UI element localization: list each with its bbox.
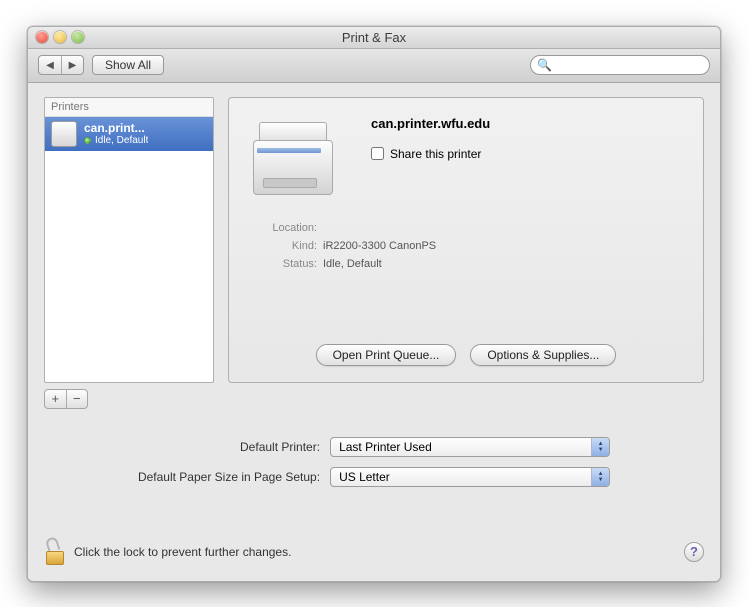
search-input[interactable]: [556, 59, 703, 71]
printer-list-item[interactable]: can.print... Idle, Default: [45, 117, 213, 151]
content-area: Printers can.print... Idle, Default: [28, 83, 720, 581]
footer: Click the lock to prevent further change…: [44, 519, 704, 565]
preferences-window: Print & Fax ◀ ▶ Show All 🔍 Printers can.…: [27, 26, 721, 582]
printer-detail-panel: can.printer.wfu.edu Share this printer L…: [228, 97, 704, 383]
kind-value: iR2200-3300 CanonPS: [323, 240, 687, 252]
search-icon: 🔍: [537, 58, 552, 72]
add-printer-button[interactable]: +: [45, 390, 66, 408]
zoom-button[interactable]: [72, 31, 84, 43]
location-value: [323, 222, 687, 234]
lock-icon[interactable]: [44, 539, 66, 565]
default-printer-value: Last Printer Used: [339, 440, 432, 454]
share-printer-checkbox[interactable]: [371, 147, 384, 160]
defaults-section: Default Printer: Last Printer Used ▲▼ De…: [44, 437, 704, 487]
add-remove-group: + −: [44, 389, 88, 409]
window-controls: [36, 31, 84, 43]
nav-group: ◀ ▶: [38, 55, 84, 75]
status-dot-icon: [84, 137, 91, 144]
toolbar: ◀ ▶ Show All 🔍: [28, 49, 720, 83]
lock-text: Click the lock to prevent further change…: [74, 545, 291, 559]
open-print-queue-button[interactable]: Open Print Queue...: [316, 344, 457, 366]
remove-printer-button[interactable]: −: [66, 390, 88, 408]
status-value: Idle, Default: [323, 258, 687, 270]
default-paper-label: Default Paper Size in Page Setup:: [138, 470, 320, 484]
close-button[interactable]: [36, 31, 48, 43]
printer-title: can.printer.wfu.edu: [371, 116, 687, 131]
chevron-updown-icon: ▲▼: [591, 468, 609, 486]
options-supplies-button[interactable]: Options & Supplies...: [470, 344, 616, 366]
help-button[interactable]: ?: [684, 542, 704, 562]
chevron-updown-icon: ▲▼: [591, 438, 609, 456]
printer-large-icon: [245, 112, 355, 212]
default-paper-value: US Letter: [339, 470, 390, 484]
window-title: Print & Fax: [28, 30, 720, 45]
minimize-button[interactable]: [54, 31, 66, 43]
printer-status: Idle, Default: [84, 135, 148, 146]
show-all-button[interactable]: Show All: [92, 55, 164, 75]
default-printer-popup[interactable]: Last Printer Used ▲▼: [330, 437, 610, 457]
printer-text: can.print... Idle, Default: [84, 121, 148, 146]
kind-label: Kind:: [245, 240, 317, 252]
printers-panel: Printers can.print... Idle, Default: [44, 97, 214, 409]
status-label: Status:: [245, 258, 317, 270]
share-printer-label: Share this printer: [390, 147, 481, 161]
printers-list: Printers can.print... Idle, Default: [44, 97, 214, 383]
forward-button[interactable]: ▶: [61, 56, 83, 74]
printers-header: Printers: [45, 98, 213, 117]
back-button[interactable]: ◀: [39, 56, 61, 74]
titlebar: Print & Fax: [28, 27, 720, 49]
search-field[interactable]: 🔍: [530, 55, 710, 75]
printer-name: can.print...: [84, 121, 148, 135]
location-label: Location:: [245, 222, 317, 234]
printer-icon: [51, 121, 77, 147]
default-paper-popup[interactable]: US Letter ▲▼: [330, 467, 610, 487]
default-printer-label: Default Printer:: [138, 440, 320, 454]
